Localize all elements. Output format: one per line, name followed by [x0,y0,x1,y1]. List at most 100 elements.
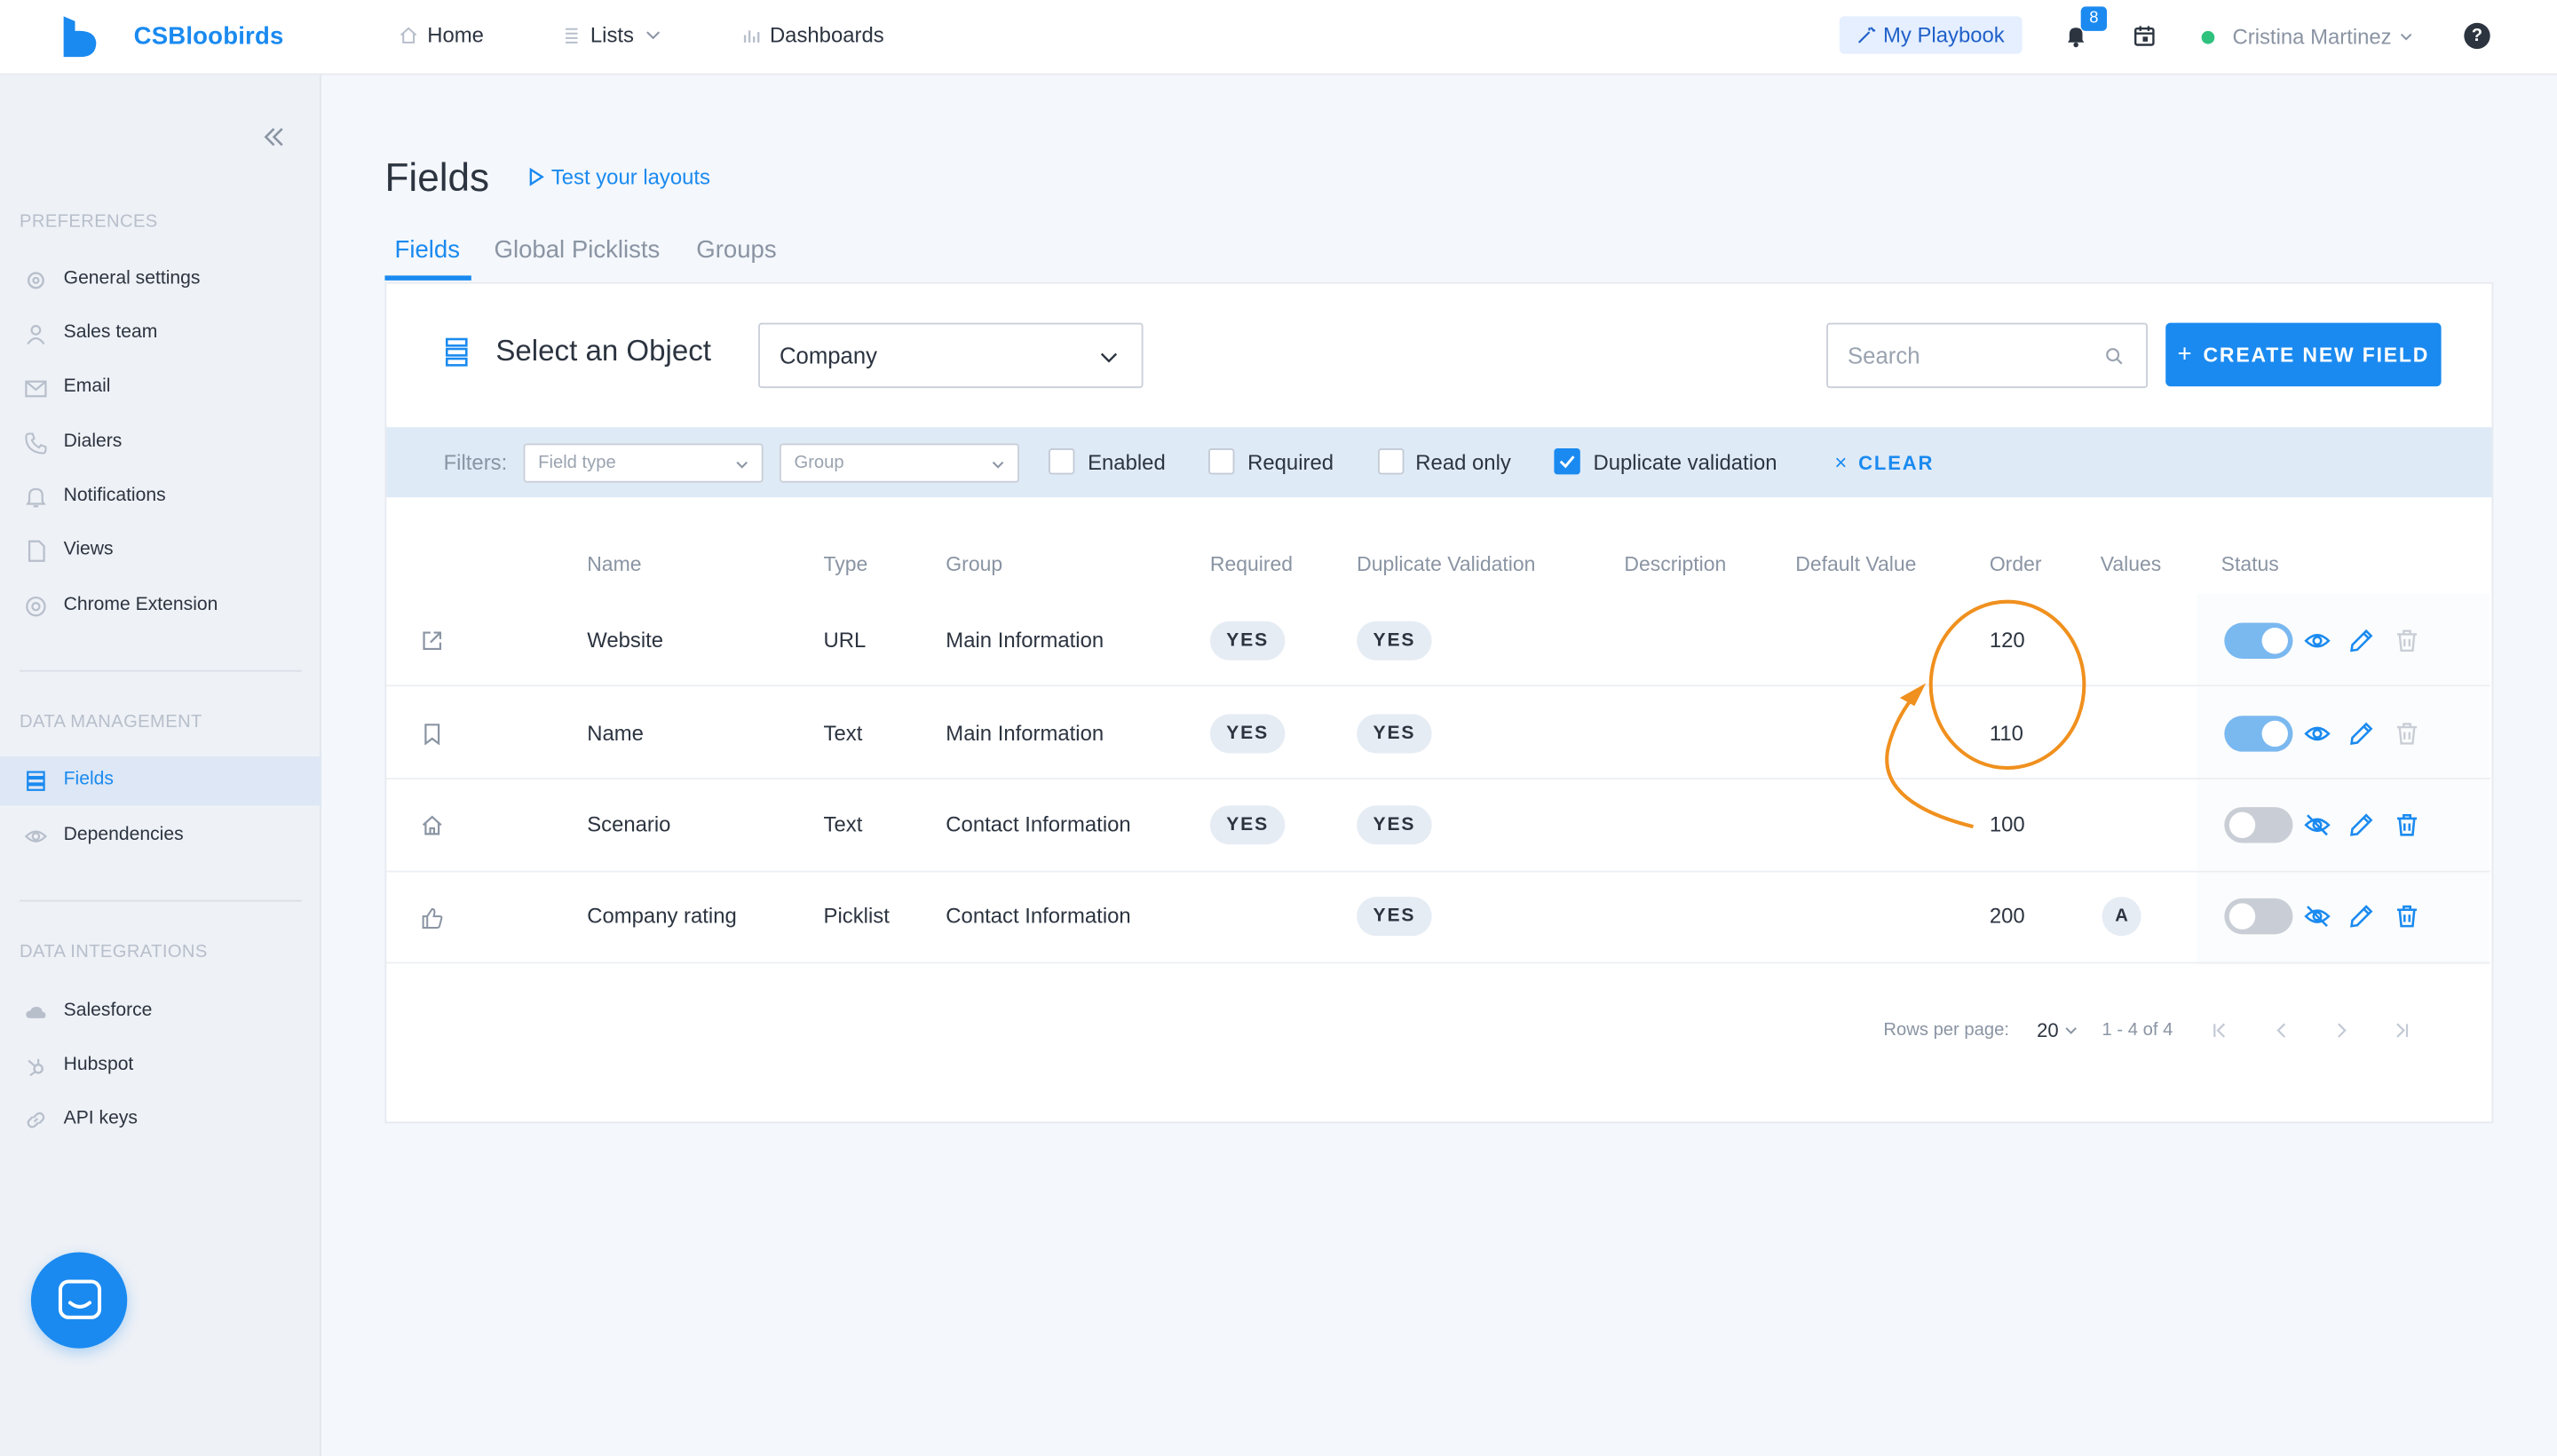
help-icon[interactable]: ? [2464,22,2490,50]
sidebar-item-dependencies[interactable]: Dependencies [0,812,321,861]
sidebar-section-preferences: PREFERENCES [20,211,158,232]
enabled-toggle[interactable] [2224,807,2293,843]
chevron-down-icon [645,31,660,40]
required-pill: YES [1209,805,1286,845]
sidebar-item-general-settings[interactable]: General settings [0,256,321,305]
trash-icon[interactable] [2394,903,2419,929]
object-list-icon [445,337,468,367]
sidebar-item-label: General settings [63,269,201,289]
sidebar-item-salesforce[interactable]: Salesforce [0,988,321,1037]
brand-name[interactable]: CSBloobirds [134,23,284,51]
rows-per-page-select[interactable]: 20 [2037,1019,2078,1042]
column-header-duplicate-validation[interactable]: Duplicate Validation [1357,553,1535,576]
eye-icon[interactable] [2304,628,2331,653]
first-page-icon[interactable] [2212,1022,2228,1038]
column-header-description[interactable]: Description [1624,553,1726,576]
eye-icon[interactable] [2304,721,2331,747]
sidebar-item-sales-team[interactable]: Sales team [0,310,321,359]
my-playbook-button[interactable]: My Playbook [1839,16,2023,54]
edit-pencil-icon[interactable] [2348,812,2374,838]
trash-icon[interactable] [2394,721,2419,747]
column-header-group[interactable]: Group [946,553,1002,576]
duplicate-validation-checkbox[interactable] [1554,448,1580,475]
sidebar-item-dialers[interactable]: Dialers [0,419,321,468]
table-row[interactable] [386,779,2490,873]
nav-dashboards-label: Dashboards [769,22,884,48]
external-link-icon[interactable] [421,629,444,653]
nav-lists[interactable]: Lists [563,22,662,48]
tab-fields[interactable]: Fields [394,236,459,264]
clear-filters-button[interactable]: × CLEAR [1834,450,1934,475]
enabled-toggle[interactable] [2224,716,2293,752]
eye-off-icon[interactable] [2304,903,2331,929]
create-new-field-button[interactable]: + CREATE NEW FIELD [2165,322,2442,387]
edit-pencil-icon[interactable] [2348,721,2374,747]
chat-icon [58,1278,101,1319]
sidebar-item-chrome-extension[interactable]: Chrome Extension [0,582,321,631]
table-row[interactable] [386,686,2490,779]
cloud-icon [26,1007,46,1018]
cell-order: 100 [1989,811,2025,837]
tab-global-picklists[interactable]: Global Picklists [495,236,661,264]
eye-off-icon[interactable] [2304,812,2331,838]
thumbs-up-icon[interactable] [421,906,444,930]
nav-home[interactable]: Home [400,23,484,47]
column-header-required[interactable]: Required [1210,553,1293,576]
sidebar-item-views[interactable]: Views [0,526,321,575]
column-header-order[interactable]: Order [1990,553,2042,576]
object-select-value: Company [779,342,878,369]
edit-pencil-icon[interactable] [2348,628,2374,653]
enabled-checkbox-label: Enabled [1088,449,1166,475]
object-select[interactable]: Company [758,322,1144,389]
support-chat-button[interactable] [30,1252,128,1349]
previous-page-icon[interactable] [2273,1022,2289,1038]
nav-dashboards[interactable]: Dashboards [742,22,884,48]
column-header-type[interactable]: Type [824,553,868,576]
cell-group: Contact Information [946,811,1131,837]
bar-chart-icon [743,30,760,43]
group-filter[interactable]: Group [779,443,1019,483]
bookmark-icon[interactable] [421,723,444,746]
next-page-icon[interactable] [2333,1022,2349,1038]
column-header-values[interactable]: Values [2101,553,2162,576]
sidebar-item-fields[interactable]: Fields [0,756,321,806]
cell-name: Name [587,720,644,746]
sidebar-item-email[interactable]: Email [0,364,321,413]
play-icon [529,168,544,186]
cell-type: Text [823,720,863,746]
cell-type: URL [823,628,867,653]
duplicate-validation-pill: YES [1357,805,1432,845]
sidebar-item-notifications[interactable]: Notifications [0,473,321,522]
column-header-default-value[interactable]: Default Value [1795,553,1916,576]
search-input[interactable]: Search [1826,322,2148,389]
sidebar-item-api-keys[interactable]: API keys [0,1096,321,1144]
user-icon [27,325,45,345]
select-object-label: Select an Object [495,334,711,368]
mail-icon [25,380,47,398]
user-menu[interactable]: Cristina Martinez [2232,25,2412,49]
column-header-name[interactable]: Name [587,553,641,576]
last-page-icon[interactable] [2394,1022,2410,1038]
required-pill: YES [1209,621,1286,661]
tab-groups[interactable]: Groups [696,236,776,264]
calendar-icon[interactable] [2133,25,2156,48]
column-header-status[interactable]: Status [2221,553,2279,576]
home-icon[interactable] [421,813,444,836]
enabled-checkbox[interactable] [1049,448,1075,475]
nav-lists-label: Lists [590,22,635,48]
test-layouts-link[interactable]: Test your layouts [528,164,710,189]
read-only-checkbox[interactable] [1378,448,1405,475]
brand-logo-icon[interactable] [62,16,98,58]
field-type-filter[interactable]: Field type [523,443,764,483]
trash-icon[interactable] [2394,812,2419,838]
table-row[interactable] [386,593,2490,687]
enabled-toggle[interactable] [2224,898,2293,935]
enabled-toggle[interactable] [2224,622,2293,659]
trash-icon[interactable] [2394,628,2419,653]
required-checkbox[interactable] [1208,448,1235,475]
collapse-sidebar-icon[interactable] [261,124,287,150]
edit-pencil-icon[interactable] [2348,903,2374,929]
sidebar-item-hubspot[interactable]: Hubspot [0,1042,321,1091]
chevron-down-icon [2400,33,2411,41]
picklist-value-badge[interactable]: A [2102,897,2141,937]
